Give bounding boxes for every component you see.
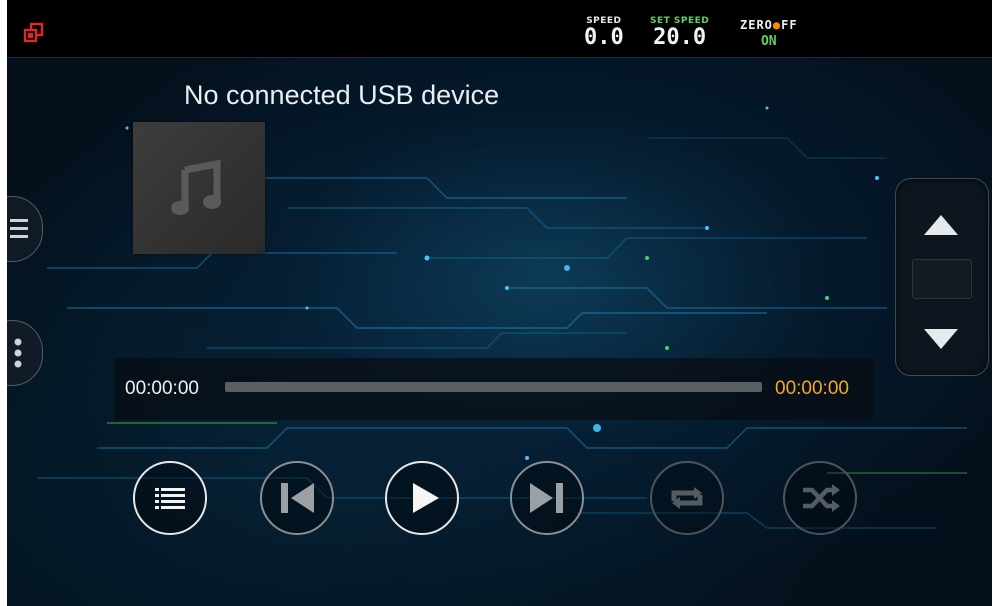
shuffle-icon — [803, 484, 840, 512]
skip-next-icon — [530, 483, 563, 513]
scroll-up-icon[interactable] — [924, 215, 958, 235]
zero-off-status: ZERO●FF ON — [740, 18, 798, 49]
play-button[interactable] — [385, 461, 459, 535]
scroll-thumb[interactable] — [912, 259, 972, 299]
menu-icon — [10, 219, 28, 238]
list-scroller — [895, 178, 989, 376]
playlist-icon — [155, 488, 185, 509]
current-time: 00:00:00 — [125, 378, 199, 399]
set-speed-value: 20.0 — [653, 25, 707, 50]
shuffle-button[interactable] — [783, 461, 857, 535]
usb-status-message: No connected USB device — [184, 80, 500, 110]
zero-off-label: ZERO●FF — [740, 18, 798, 32]
player-area: No connected USB device 00:00:00 00:00:0… — [7, 58, 992, 606]
album-art-placeholder — [133, 122, 265, 254]
playback-progress-panel: 00:00:00 00:00:00 — [114, 358, 874, 420]
next-track-button[interactable] — [510, 461, 584, 535]
more-vertical-icon — [14, 338, 22, 368]
repeat-icon — [671, 487, 703, 509]
speed-value: 0.0 — [584, 25, 624, 50]
status-bar: SPEED 0.0 SET SPEED 20.0 ZERO●FF ON — [7, 0, 992, 58]
seek-bar[interactable] — [225, 382, 762, 392]
set-speed-readout: SET SPEED 20.0 — [650, 16, 709, 50]
music-note-icon — [171, 160, 221, 215]
repeat-button[interactable] — [650, 461, 724, 535]
skip-previous-icon — [281, 483, 314, 513]
window-switch-icon[interactable] — [23, 22, 45, 48]
previous-track-button[interactable] — [260, 461, 334, 535]
playlist-button[interactable] — [133, 461, 207, 535]
speed-readout: SPEED 0.0 — [584, 16, 624, 50]
zero-off-state: ON — [760, 34, 777, 49]
media-player-screen: SPEED 0.0 SET SPEED 20.0 ZERO●FF ON No c… — [7, 0, 992, 606]
play-icon — [413, 483, 439, 513]
scroll-down-icon[interactable] — [924, 329, 958, 349]
total-time: 00:00:00 — [775, 378, 849, 399]
